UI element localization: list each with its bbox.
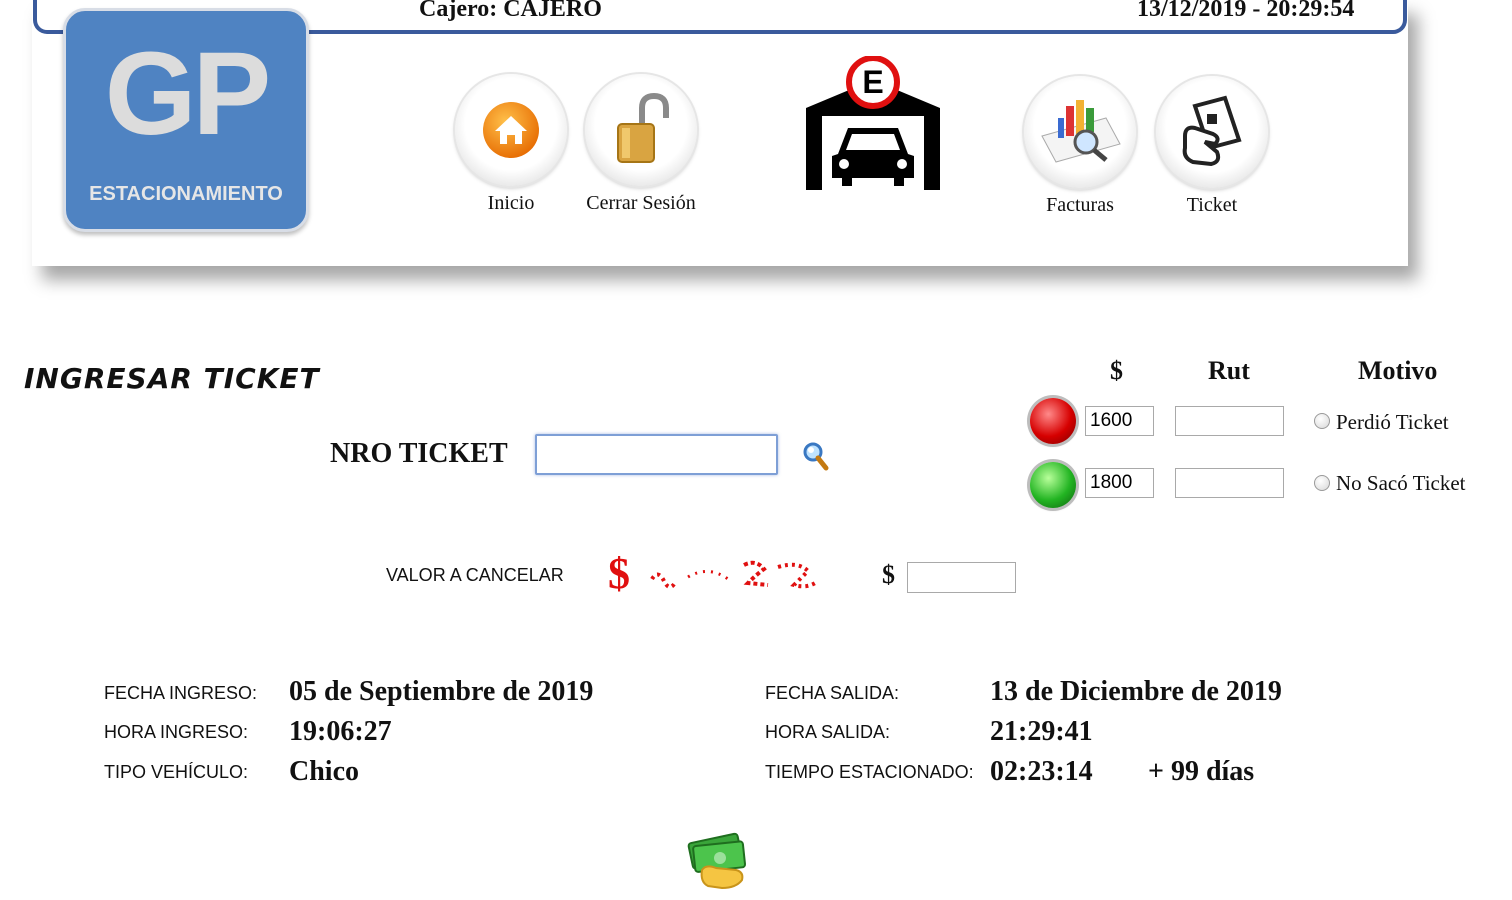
fecha-ingreso-value: 05 de Septiembre de 2019 — [289, 676, 594, 707]
hora-salida-label: HORA SALIDA: — [765, 722, 891, 742]
nav-cerrar-sesion-label: Cerrar Sesión — [586, 192, 696, 214]
nav-inicio-label: Inicio — [487, 192, 535, 214]
pay-currency-sign: $ — [882, 560, 895, 589]
radio-no-saco-ticket[interactable] — [1314, 475, 1330, 491]
label-perdio-ticket: Perdió Ticket — [1336, 410, 1449, 434]
rut-input-lost-ticket[interactable] — [1175, 406, 1284, 436]
money-hand-icon — [687, 832, 747, 890]
nro-ticket-label: NRO TICKET — [330, 438, 508, 469]
home-button-circle[interactable] — [455, 74, 567, 186]
hora-ingreso-label: HORA INGRESO: — [104, 722, 249, 742]
nav-facturas-label: Facturas — [1046, 194, 1114, 216]
facturas-button-circle[interactable] — [1024, 76, 1136, 188]
hora-ingreso-value: 19:06:27 — [289, 716, 392, 747]
header-datetime: 13/12/2019 - 20:29:54 — [1137, 0, 1355, 22]
valor-a-cancelar-label: VALOR A CANCELAR — [386, 565, 564, 585]
tiempo-estacionado-label: TIEMPO ESTACIONADO: — [765, 762, 974, 782]
fecha-salida-value: 13 de Diciembre de 2019 — [990, 676, 1282, 707]
nav-facturas-button[interactable]: Facturas — [1021, 76, 1139, 217]
rut-input-no-ticket[interactable] — [1175, 468, 1284, 498]
tiempo-estacionado-value: 02:23:14 — [990, 756, 1093, 787]
tipo-vehiculo-label: TIPO VEHÍCULO: — [104, 762, 249, 782]
radio-perdio-ticket[interactable] — [1314, 413, 1330, 429]
padlock-icon — [617, 92, 669, 163]
green-light-button[interactable] — [1030, 462, 1076, 508]
invoice-chart-icon — [1041, 100, 1121, 163]
obscured-amount-graphic — [650, 560, 820, 589]
parking-sign-letter: E — [862, 64, 883, 100]
hora-salida-value: 21:29:41 — [990, 716, 1093, 747]
price-input-lost-ticket[interactable] — [1085, 406, 1154, 436]
search-icon[interactable] — [800, 440, 830, 472]
column-header-price: $ — [1110, 356, 1123, 385]
fecha-ingreso-label: FECHA INGRESO: — [104, 683, 258, 703]
nav-cerrar-sesion-button[interactable]: Cerrar Sesión — [582, 74, 700, 215]
page-title: INGRESAR TICKET — [24, 362, 320, 395]
nro-ticket-input[interactable] — [535, 434, 778, 475]
tipo-vehiculo-value: Chico — [289, 756, 359, 787]
logo-letters: GP — [104, 28, 272, 160]
parking-garage-icon: E — [806, 56, 940, 190]
fecha-salida-label: FECHA SALIDA: — [765, 683, 900, 703]
column-header-rut: Rut — [1208, 356, 1250, 385]
home-icon — [483, 102, 539, 158]
pay-cash-button[interactable] — [686, 830, 756, 890]
payment-input[interactable] — [907, 562, 1016, 593]
price-input-no-ticket[interactable] — [1085, 468, 1154, 498]
label-no-saco-ticket: No Sacó Ticket — [1336, 471, 1466, 495]
cashier-name: Cajero: CAJERO — [419, 0, 602, 22]
valor-currency-sign: $ — [608, 549, 630, 598]
nav-ticket-button[interactable]: Ticket — [1153, 76, 1271, 217]
nav-inicio-button[interactable]: Inicio — [452, 74, 570, 215]
ticket-button-circle[interactable] — [1156, 76, 1268, 188]
app-logo: GP ESTACIONAMIENTO — [63, 8, 309, 232]
dias-estacionado-value: + 99 días — [1148, 756, 1255, 787]
nav-ticket-label: Ticket — [1186, 194, 1238, 216]
ticket-hand-icon — [1182, 95, 1242, 167]
logo-subtitle: ESTACIONAMIENTO — [89, 183, 283, 205]
logout-button-circle[interactable] — [585, 74, 697, 186]
column-header-motivo: Motivo — [1358, 356, 1438, 385]
red-light-button[interactable] — [1030, 398, 1076, 444]
